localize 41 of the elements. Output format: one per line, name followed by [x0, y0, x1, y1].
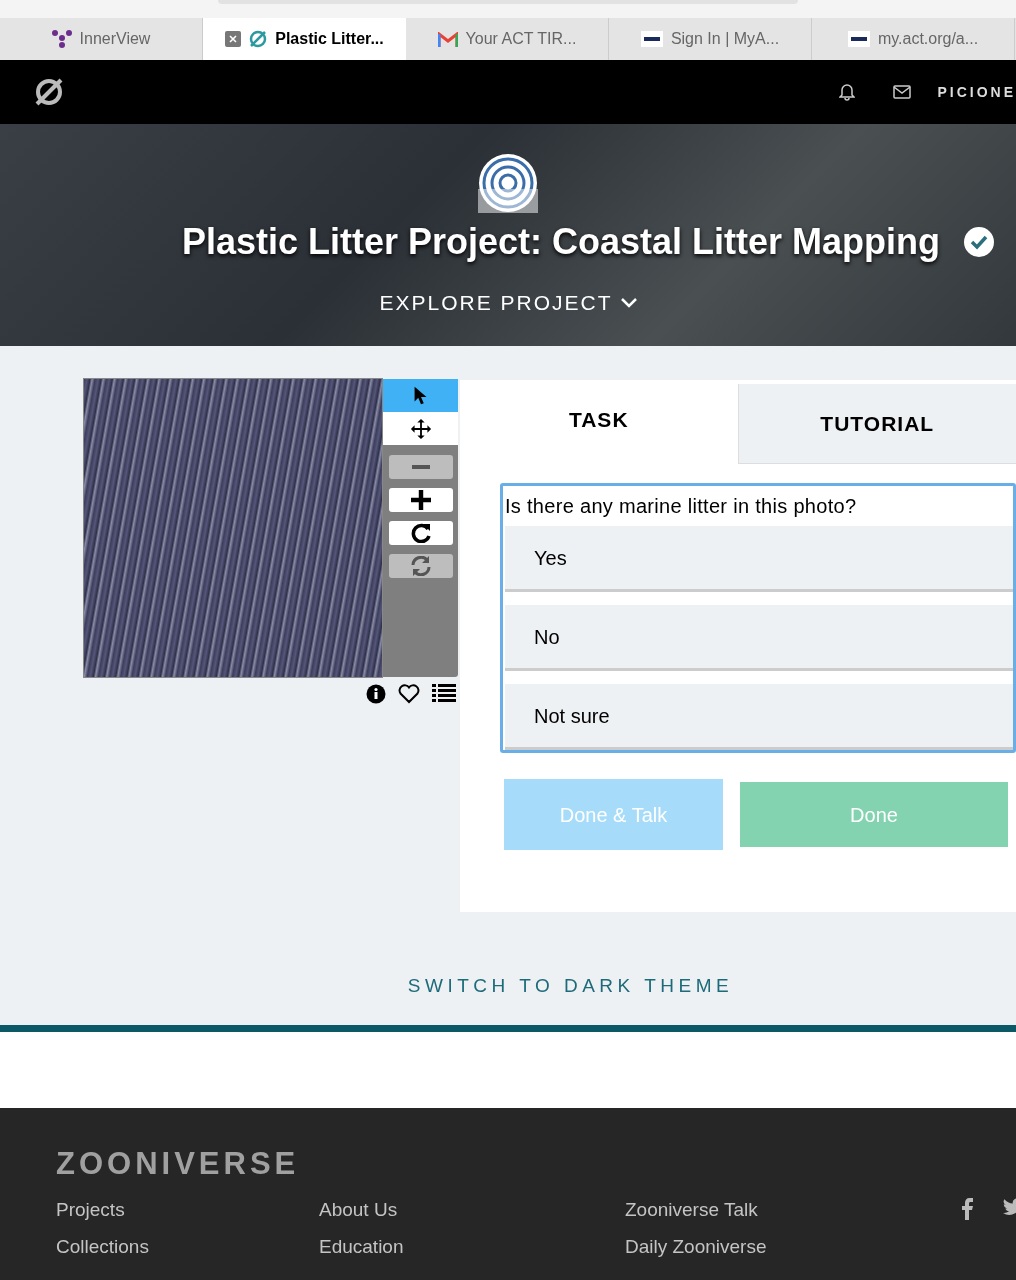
tab-favicon-icon — [51, 30, 72, 48]
reset-icon — [410, 556, 431, 576]
browser-tab[interactable]: Plastic Litter... — [203, 18, 406, 60]
tab-favicon-icon — [249, 30, 268, 48]
rotate-icon — [410, 523, 431, 543]
list-icon[interactable] — [432, 684, 456, 702]
info-icon[interactable] — [366, 684, 386, 704]
footer-link[interactable]: Daily Zooniverse — [625, 1232, 825, 1261]
footer-link[interactable]: Collections — [56, 1232, 319, 1261]
mail-icon[interactable] — [893, 85, 912, 99]
chevron-down-icon — [620, 297, 637, 308]
question-text: Is there any marine litter in this photo? — [504, 494, 858, 519]
zoom-in-tool-button[interactable] — [388, 488, 453, 512]
bell-icon[interactable] — [839, 83, 856, 101]
zoom-out-icon — [411, 465, 430, 469]
mail-favicon-icon — [437, 31, 458, 47]
footer-link[interactable]: Projects — [56, 1196, 319, 1225]
logo-icon[interactable] — [34, 77, 64, 107]
answer-option[interactable]: Yes — [505, 526, 1013, 592]
pointer-tool-button[interactable] — [383, 379, 458, 412]
act-favicon-icon — [847, 31, 870, 47]
footer-logo[interactable]: ZOONIVERSE — [56, 1146, 1016, 1182]
footer-link[interactable]: About Us — [319, 1196, 625, 1225]
act-favicon-icon — [640, 31, 663, 47]
move-tool-button[interactable] — [383, 412, 458, 445]
rotate-tool-button[interactable] — [388, 521, 453, 545]
answer-option[interactable]: No — [505, 605, 1013, 671]
panel-tab[interactable]: TUTORIAL — [737, 384, 1016, 464]
zoom-in-icon — [410, 490, 431, 510]
heart-icon[interactable] — [398, 684, 420, 704]
facebook-icon[interactable] — [961, 1198, 973, 1220]
project-avatar-icon — [478, 153, 538, 213]
project-title: Plastic Litter Project: Coastal Litter Mapping — [181, 220, 941, 264]
footer-link[interactable]: Zooniverse Talk — [625, 1196, 825, 1225]
explore-project-menu[interactable]: EXPLORE PROJECT — [379, 287, 637, 319]
move-icon — [409, 417, 432, 440]
footer-link[interactable]: Education — [319, 1232, 625, 1261]
user-menu[interactable]: PICIONE — [937, 81, 1016, 103]
answer-option[interactable]: Not sure — [505, 684, 1013, 750]
dark-theme-toggle[interactable]: SWITCH TO DARK THEME — [407, 972, 734, 1001]
close-icon[interactable] — [225, 31, 242, 47]
